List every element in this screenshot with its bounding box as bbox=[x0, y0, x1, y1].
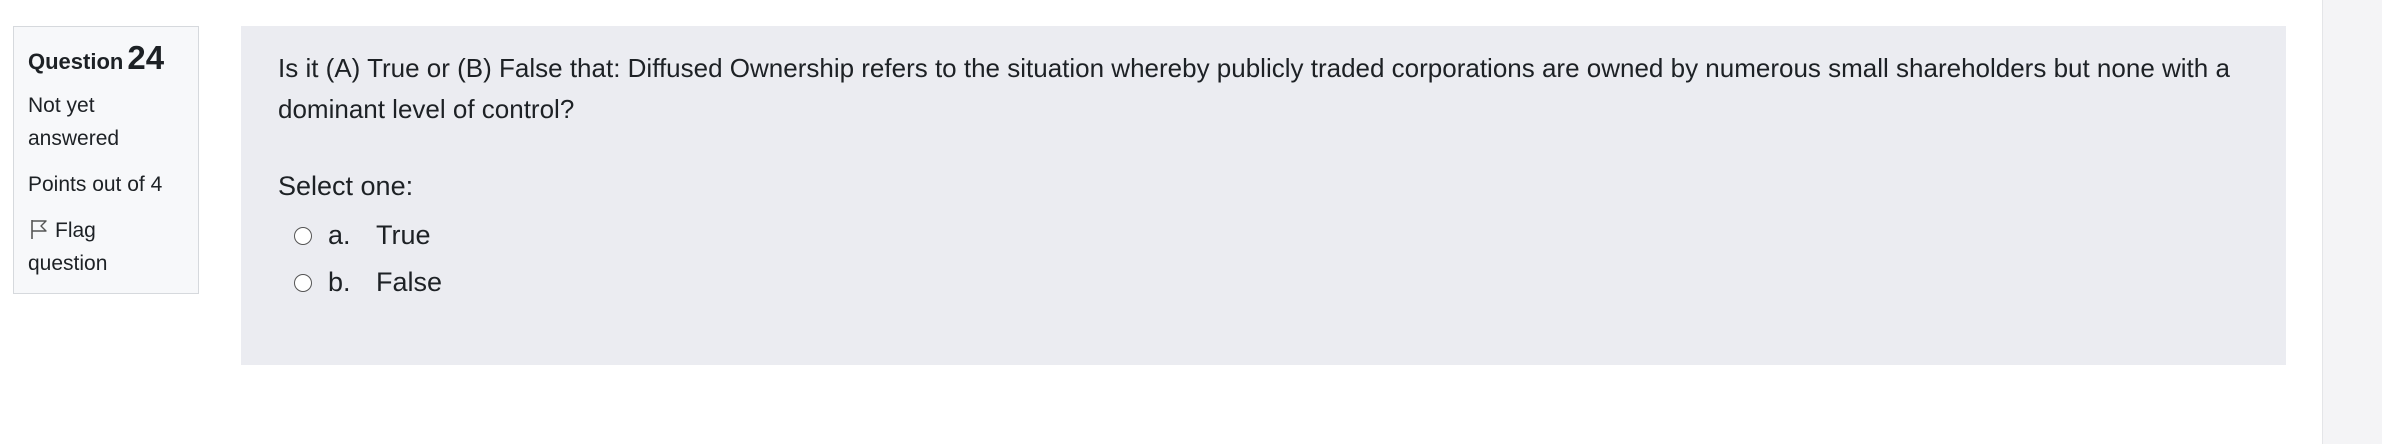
answer-label: False bbox=[376, 267, 443, 297]
question-text: Is it (A) True or (B) False that: Diffus… bbox=[278, 53, 2230, 124]
vertical-scrollbar[interactable] bbox=[2322, 0, 2382, 444]
flag-question-button[interactable]: Flag question bbox=[28, 214, 148, 280]
answer-option-false[interactable]: b. False bbox=[278, 259, 2250, 306]
answer-list: a. True b. False bbox=[278, 212, 2250, 306]
select-one-prompt: Select one: bbox=[278, 171, 414, 201]
question-info-panel: Question 24 Not yet answered Points out o… bbox=[13, 26, 199, 294]
quiz-page: Question 24 Not yet answered Points out o… bbox=[0, 0, 2382, 444]
question-content: Is it (A) True or (B) False that: Diffus… bbox=[241, 26, 2286, 365]
radio-button[interactable] bbox=[294, 273, 312, 292]
question-number: 24 bbox=[127, 39, 165, 76]
question-heading: Question 24 bbox=[28, 37, 198, 83]
question-grade: Points out of 4 bbox=[28, 173, 163, 196]
answer-number: b. bbox=[328, 267, 351, 297]
question-state: Not yet answered bbox=[28, 94, 120, 150]
answer-number: a. bbox=[328, 220, 351, 250]
answer-option-true[interactable]: a. True bbox=[278, 212, 2250, 259]
answer-label: True bbox=[376, 220, 431, 250]
flag-icon bbox=[28, 217, 50, 239]
radio-button[interactable] bbox=[294, 226, 312, 245]
question-label: Question bbox=[28, 49, 124, 74]
